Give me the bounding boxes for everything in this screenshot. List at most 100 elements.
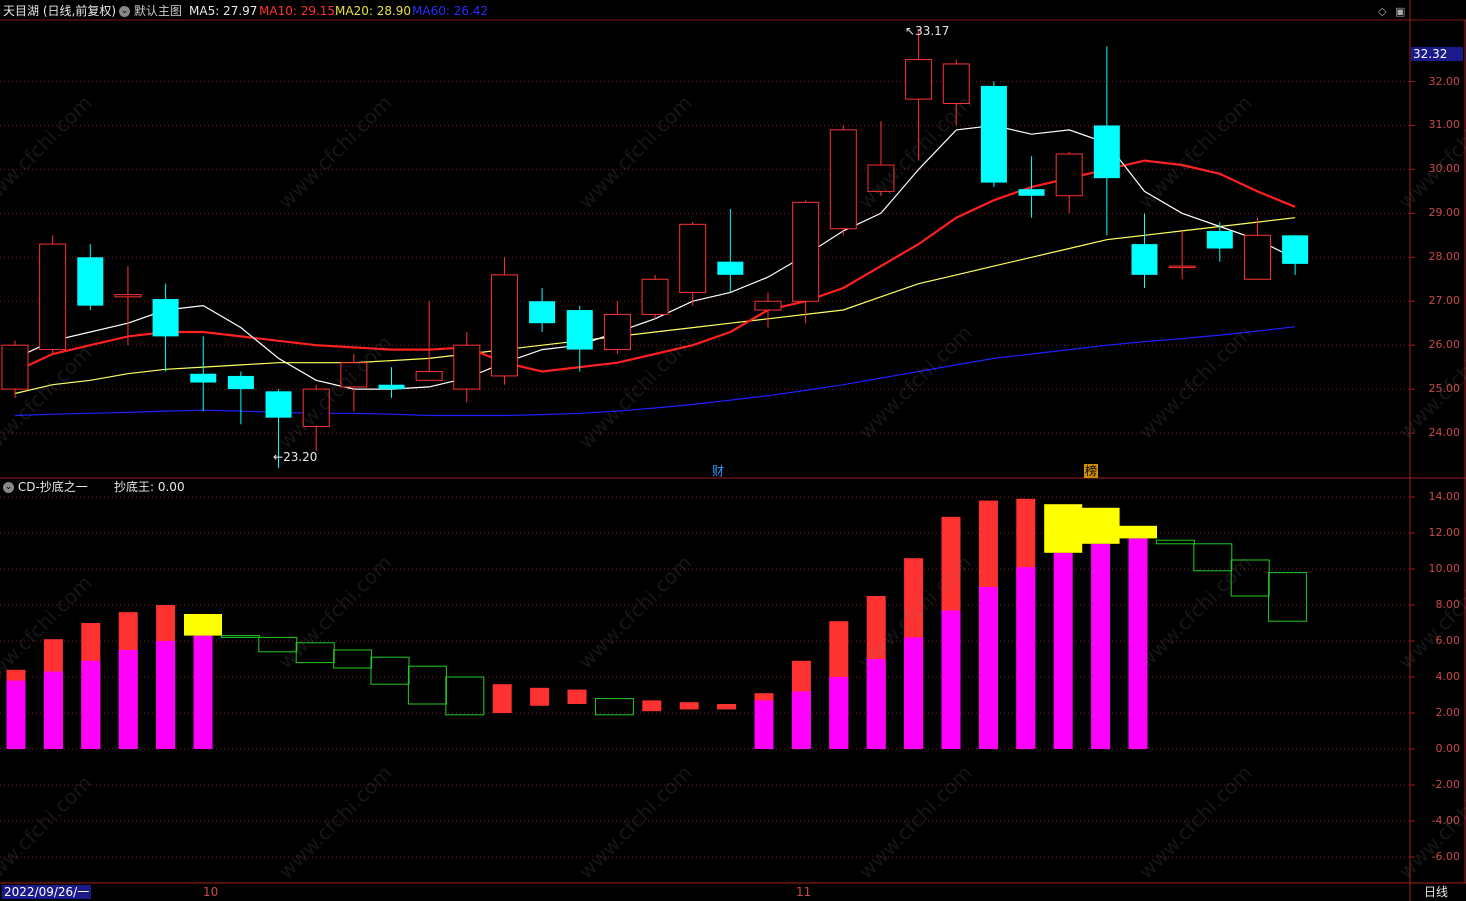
indicator-green-box: [220, 635, 260, 638]
indicator-magenta-bar: [118, 650, 138, 749]
candle-up: [905, 59, 933, 100]
indicator-magenta-bar: [1128, 538, 1148, 749]
high-value: 33.17: [915, 24, 950, 38]
indicator-magenta-bar: [978, 587, 998, 749]
diamond-icon[interactable]: ◇: [1378, 5, 1386, 18]
candle-down: [265, 391, 292, 418]
candle-down: [980, 85, 1007, 183]
indicator-green-box: [258, 636, 298, 653]
maximize-icon[interactable]: ▣: [1395, 5, 1405, 18]
ma60-line: [14, 326, 1296, 417]
candle-down: [1018, 189, 1045, 196]
candle-up: [754, 300, 782, 311]
candle-down: [717, 261, 744, 275]
marker-bang[interactable]: 榜: [1084, 464, 1099, 478]
price-tick-label: 27.00: [1428, 294, 1461, 308]
stock-name: 天目湖: [3, 4, 40, 18]
candle-up: [340, 362, 368, 388]
indicator-small-red: [492, 684, 512, 713]
candle-up: [1055, 153, 1083, 197]
current-price-tag: 32.32: [1411, 47, 1463, 61]
candle-up: [114, 294, 142, 298]
circle-chevron-icon: ⌄: [3, 482, 14, 493]
indicator-magenta-bar: [156, 641, 176, 749]
candle-down: [1206, 230, 1233, 249]
indicator-green-box: [333, 649, 373, 669]
chart-canvas[interactable]: [0, 0, 1466, 901]
indicator-magenta-bar: [1016, 567, 1036, 749]
indicator-tick-label: 4.00: [1435, 670, 1461, 683]
ma10-label: MA10: 29.15: [259, 4, 336, 18]
indicator-magenta-bar: [941, 610, 961, 749]
indicator-small-red: [642, 700, 662, 712]
price-tick-label: 31.00: [1428, 118, 1461, 132]
candle-down: [378, 384, 405, 390]
price-tick-label: 26.00: [1428, 338, 1461, 352]
ma60-label: MA60: 26.42: [412, 4, 489, 18]
candle-down: [77, 257, 104, 306]
stock-title: 天目湖 (日线,前复权): [3, 4, 116, 18]
indicator-name: CD-抄底之一: [17, 480, 88, 494]
price-tick-label: 29.00: [1428, 206, 1461, 220]
indicator-tick-label: -2.00: [1431, 778, 1460, 791]
candle-down: [227, 375, 254, 390]
high-annotation: ↖33.17: [905, 24, 950, 38]
indicator-green-box: [1155, 539, 1195, 545]
indicator-tick-label: 10.00: [1428, 562, 1461, 575]
indicator-tick-label: 14.00: [1428, 490, 1461, 503]
low-annotation: ←23.20: [273, 450, 318, 464]
main-chart-menu[interactable]: ⌄ 默认主图: [119, 4, 182, 18]
indicator-green-box: [445, 676, 485, 716]
candle-up: [1, 344, 29, 390]
indicator-small-red: [717, 704, 737, 710]
main-chart-label: 默认主图: [133, 4, 182, 18]
indicator-small-red: [530, 687, 550, 706]
period-tab-daily[interactable]: 日线: [1424, 885, 1448, 899]
indicator-magenta-bar: [81, 660, 101, 749]
candle-up: [39, 243, 67, 351]
candle-down: [529, 301, 556, 324]
candle-down: [152, 299, 179, 337]
indicator-yellow-block: [1119, 525, 1157, 539]
indicator-magenta-bar: [866, 659, 886, 749]
candle-up: [415, 371, 443, 381]
indicator-title[interactable]: ⌄ CD-抄底之一: [3, 480, 88, 494]
date-label: 2022/09/26/一: [2, 885, 92, 899]
indicator-tick-label: 0.00: [1435, 742, 1461, 755]
candle-down: [1131, 244, 1158, 275]
candle-up: [641, 278, 669, 315]
indicator-magenta-bar: [829, 677, 849, 749]
indicator-green-box: [1193, 543, 1233, 572]
indicator-magenta-bar: [193, 635, 213, 749]
indicator-magenta-bar: [1091, 543, 1111, 749]
candle-up: [867, 164, 895, 192]
indicator-small-red: [679, 702, 699, 710]
price-tick-label: 32.00: [1428, 74, 1461, 88]
indicator-green-box: [407, 665, 447, 705]
indicator-yellow-block: [1044, 504, 1083, 553]
indicator-green-box: [1230, 559, 1270, 597]
month-oct: 10: [203, 885, 219, 899]
month-nov: 11: [796, 885, 812, 899]
candle-up: [302, 388, 330, 427]
indicator-magenta-bar: [754, 700, 774, 749]
price-tick-label: 28.00: [1428, 250, 1461, 264]
indicator-magenta-bar: [43, 671, 63, 749]
candle-up: [603, 313, 631, 351]
candle-down: [1282, 235, 1309, 264]
candle-up: [792, 201, 820, 302]
candle-up: [1243, 234, 1271, 280]
price-tick-label: 30.00: [1428, 162, 1461, 176]
ma10-line: [14, 159, 1296, 373]
indicator-green-box: [295, 642, 335, 664]
ma5-label: MA5: 27.97: [189, 4, 258, 18]
indicator-magenta-bar: [1053, 552, 1073, 749]
indicator-tick-label: 6.00: [1435, 634, 1461, 647]
candle-up: [942, 63, 970, 104]
candle-down: [190, 373, 217, 383]
candle-up: [490, 274, 518, 377]
period-label: (日线,前复权): [42, 4, 117, 18]
indicator-tick-label: 8.00: [1435, 598, 1461, 611]
low-value: 23.20: [283, 450, 318, 464]
marker-cai[interactable]: 财: [712, 464, 724, 478]
